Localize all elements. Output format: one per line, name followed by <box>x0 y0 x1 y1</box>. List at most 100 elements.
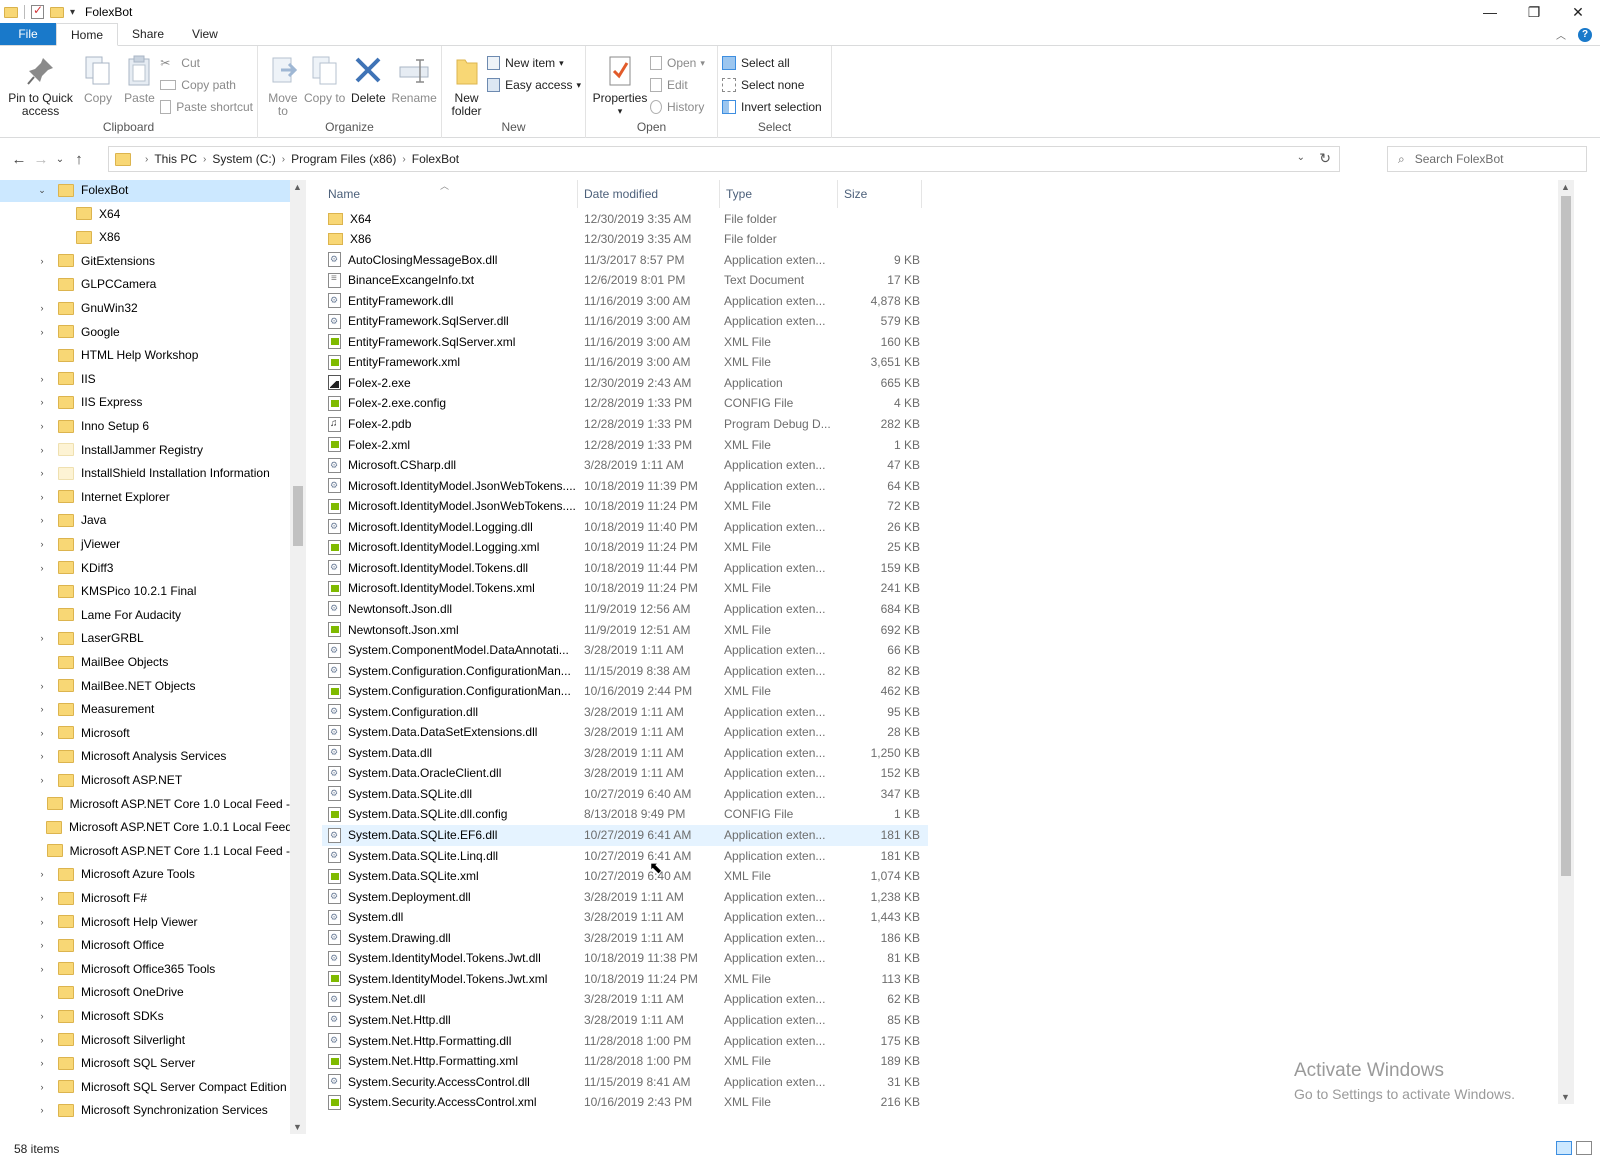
tab-file[interactable]: File <box>0 23 56 45</box>
file-row[interactable]: Microsoft.IdentityModel.JsonWebTokens...… <box>322 475 928 496</box>
file-row[interactable]: System.Net.Http.Formatting.xml 11/28/2018… <box>322 1051 928 1072</box>
tree-item[interactable]: › GitExtensions <box>0 249 290 273</box>
tree-item[interactable]: › jViewer <box>0 532 290 556</box>
tree-item[interactable]: X86 <box>0 225 290 249</box>
breadcrumb-folexbot[interactable]: FolexBot <box>412 152 459 166</box>
file-row[interactable]: System.Data.SQLite.xml 10/27/2019 6:40 AM… <box>322 866 928 887</box>
chevron-right-icon[interactable]: › <box>36 397 48 407</box>
file-row[interactable]: Microsoft.IdentityModel.JsonWebTokens...… <box>322 496 928 517</box>
file-row[interactable]: System.Data.SQLite.Linq.dll10/27/2019 6:… <box>322 845 928 866</box>
chevron-right-icon[interactable]: › <box>36 303 48 313</box>
chevron-right-icon[interactable]: › <box>36 515 48 525</box>
chevron-right-icon[interactable]: › <box>36 1105 48 1115</box>
file-row[interactable]: System.Data.OracleClient.dll 3/28/2019 1:… <box>322 763 928 784</box>
chevron-right-icon[interactable]: › <box>36 256 48 266</box>
tree-item[interactable]: › Microsoft Analysis Services <box>0 744 290 768</box>
scroll-thumb[interactable] <box>293 486 303 546</box>
file-row[interactable]: EntityFramework.SqlServer.dll 11/16/2019 … <box>322 311 928 332</box>
tree-item[interactable]: › LaserGRBL <box>0 626 290 650</box>
tree-item[interactable]: GLPCCamera <box>0 272 290 296</box>
chevron-right-icon[interactable]: › <box>36 704 48 714</box>
restore-button[interactable]: ❐ <box>1512 0 1556 24</box>
tree-item[interactable]: › Java <box>0 508 290 532</box>
tree-item[interactable]: MailBee Objects <box>0 650 290 674</box>
folder-icon[interactable] <box>4 6 18 18</box>
column-size[interactable]: Size <box>838 180 922 208</box>
tree-item[interactable]: › Microsoft SDKs <box>0 1004 290 1028</box>
breadcrumb-program-files[interactable]: Program Files (x86) <box>291 152 396 166</box>
tree-item[interactable]: Microsoft ASP.NET Core 1.0 Local Feed - <box>0 792 290 816</box>
chevron-right-icon[interactable]: › <box>36 374 48 384</box>
new-item-button[interactable]: New item ▾ <box>487 54 581 72</box>
tree-item[interactable]: Microsoft OneDrive <box>0 980 290 1004</box>
tree-item[interactable]: Microsoft ASP.NET Core 1.0.1 Local Feed <box>0 815 290 839</box>
tree-item[interactable]: › IIS <box>0 367 290 391</box>
column-date-modified[interactable]: Date modified <box>578 180 720 208</box>
chevron-right-icon[interactable]: › <box>36 1058 48 1068</box>
file-row[interactable]: Microsoft.IdentityModel.Tokens.dll 10/18/… <box>322 557 928 578</box>
chevron-right-icon[interactable]: › <box>36 728 48 738</box>
file-row[interactable]: System.Security.AccessControl.xml 10/16/2… <box>322 1092 928 1113</box>
chevron-right-icon[interactable]: › <box>36 1011 48 1021</box>
chevron-right-icon[interactable]: › <box>36 964 48 974</box>
file-row[interactable]: EntityFramework.xml 11/16/2019 3:00 AM XML… <box>322 352 928 373</box>
tree-item[interactable]: › Microsoft Help Viewer <box>0 910 290 934</box>
breadcrumb-system-c[interactable]: System (C:) <box>212 152 275 166</box>
tree-item[interactable]: HTML Help Workshop <box>0 343 290 367</box>
chevron-right-icon[interactable]: › <box>36 445 48 455</box>
easy-access-button[interactable]: Easy access ▾ <box>487 76 581 94</box>
paste-shortcut-button[interactable]: Paste shortcut <box>160 98 253 116</box>
tab-share[interactable]: Share <box>118 23 178 45</box>
file-row[interactable]: Newtonsoft.Json.xml 11/9/2019 12:51 AM XML… <box>322 619 928 640</box>
address-bar[interactable]: › This PC › System (C:) › Program Files … <box>108 146 1340 172</box>
tree-item[interactable]: › Internet Explorer <box>0 485 290 509</box>
new-folder-icon[interactable] <box>50 6 64 18</box>
breadcrumb-this-pc[interactable]: This PC <box>154 152 197 166</box>
file-row[interactable]: X64 12/30/2019 3:35 AM File folder <box>322 208 928 229</box>
chevron-right-icon[interactable]: › <box>36 681 48 691</box>
file-row[interactable]: Folex-2.pdb 12/28/2019 1:33 PM Program Deb… <box>322 414 928 435</box>
file-row[interactable]: System.Configuration.ConfigurationMan...… <box>322 681 928 702</box>
tree-item[interactable]: › IIS Express <box>0 390 290 414</box>
tree-item[interactable]: X64 <box>0 202 290 226</box>
file-row[interactable]: System.Data.SQLite.dll.config 8/13/2018 9… <box>322 804 928 825</box>
chevron-right-icon[interactable]: › <box>36 468 48 478</box>
tree-item[interactable]: › GnuWin32 <box>0 296 290 320</box>
tree-item[interactable]: › Microsoft <box>0 721 290 745</box>
chevron-right-icon[interactable]: › <box>36 917 48 927</box>
file-row[interactable]: Microsoft.IdentityModel.Logging.dll 10/18… <box>322 516 928 537</box>
tree-item[interactable]: ⌄ FolexBot <box>0 180 290 202</box>
file-row[interactable]: Microsoft.IdentityModel.Logging.xml 10/18… <box>322 537 928 558</box>
tree-item[interactable]: › Microsoft Silverlight <box>0 1028 290 1052</box>
tree-item[interactable]: › Microsoft SQL Server Compact Edition <box>0 1075 290 1099</box>
file-row[interactable]: System.Security.AccessControl.dll 11/15/2… <box>322 1071 928 1092</box>
close-button[interactable]: ✕ <box>1556 0 1600 24</box>
chevron-down-icon[interactable]: ⌄ <box>36 185 48 196</box>
scroll-up-icon[interactable]: ▲ <box>293 182 302 192</box>
chevron-right-icon[interactable]: › <box>36 940 48 950</box>
file-row[interactable]: EntityFramework.dll 11/16/2019 3:00 AM App… <box>322 290 928 311</box>
file-row[interactable]: Folex-2.exe 12/30/2019 2:43 AM Application… <box>322 372 928 393</box>
tree-item[interactable]: › Microsoft Synchronization Services <box>0 1098 290 1122</box>
tree-item[interactable]: Lame For Audacity <box>0 603 290 627</box>
tree-item[interactable]: › Inno Setup 6 <box>0 414 290 438</box>
tree-item[interactable]: › Google <box>0 320 290 344</box>
column-type[interactable]: Type <box>720 180 838 208</box>
search-input[interactable]: ⌕ Search FolexBot <box>1387 146 1587 172</box>
scroll-up-icon[interactable]: ▲ <box>1561 182 1570 192</box>
tree-item[interactable]: › Microsoft Office365 Tools <box>0 957 290 981</box>
file-row[interactable]: System.Configuration.dll 3/28/2019 1:11 A… <box>322 701 928 722</box>
file-row[interactable]: System.Data.dll 3/28/2019 1:11 AM Applicat… <box>322 742 928 763</box>
chevron-right-icon[interactable]: › <box>36 751 48 761</box>
tree-item[interactable]: › Microsoft Azure Tools <box>0 862 290 886</box>
tree-item[interactable]: › Measurement <box>0 697 290 721</box>
file-row[interactable]: Newtonsoft.Json.dll 11/9/2019 12:56 AM App… <box>322 598 928 619</box>
minimize-ribbon-icon[interactable]: ︿ <box>1556 27 1566 42</box>
chevron-right-icon[interactable]: › <box>36 1082 48 1092</box>
customize-toolbar-dropdown-icon[interactable]: ▾ <box>70 7 75 18</box>
history-button[interactable]: History <box>650 98 705 116</box>
tree-item[interactable]: Microsoft ASP.NET Core 1.1 Local Feed - <box>0 839 290 863</box>
open-button[interactable]: Open ▾ <box>650 54 705 72</box>
scroll-down-icon[interactable]: ▼ <box>293 1122 302 1132</box>
file-row[interactable]: Folex-2.exe.config 12/28/2019 1:33 PM CONF… <box>322 393 928 414</box>
